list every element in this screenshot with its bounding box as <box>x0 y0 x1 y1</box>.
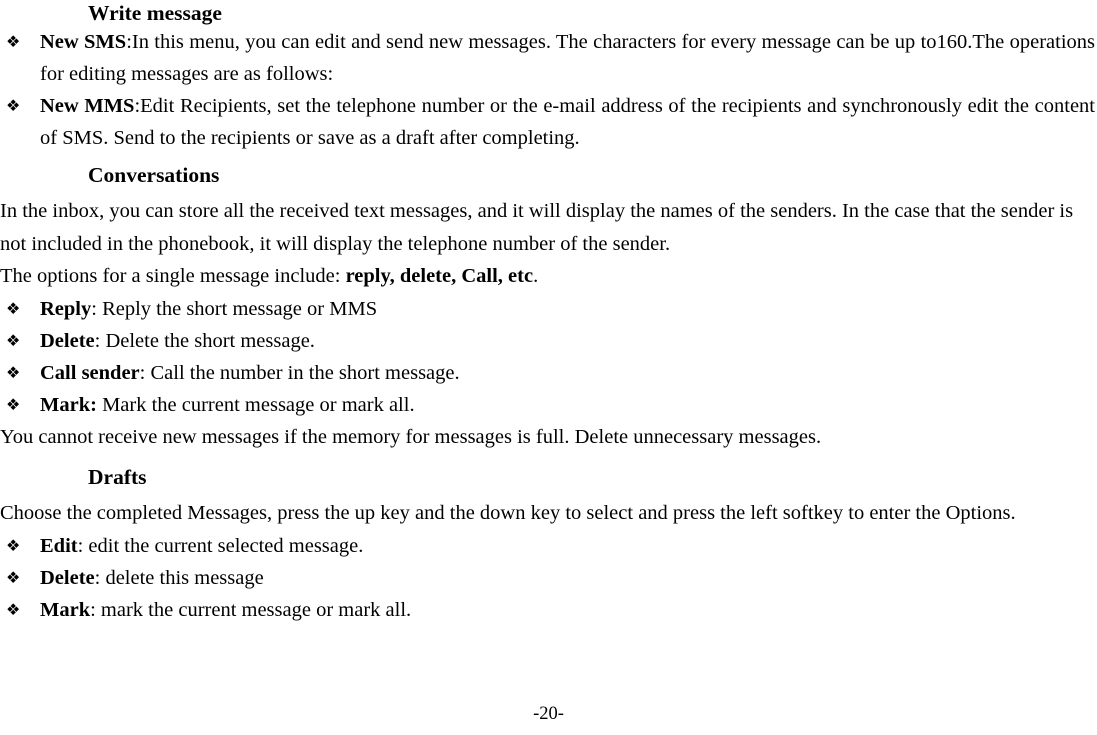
list-item-description: :In this menu, you can edit and send new… <box>40 31 1095 85</box>
list-item-description: : mark the current message or mark all. <box>90 598 412 621</box>
list-item-description: : Call the number in the short message. <box>139 361 460 384</box>
list-item-term: Mark: <box>40 393 97 416</box>
diamond-bullet-icon: ❖ <box>6 330 21 350</box>
section-heading-drafts: Drafts <box>88 465 147 489</box>
options-suffix-text: . <box>533 265 539 287</box>
diamond-bullet-icon: ❖ <box>6 32 21 51</box>
list-item-term: Delete <box>40 566 95 589</box>
list-item: ❖ Reply: Reply the short message or MMS <box>0 293 1095 325</box>
list-item-body: Delete: delete this message <box>40 567 264 589</box>
options-prefix-text: The options for a single message include… <box>0 265 346 287</box>
list-item-term: Call sender <box>40 361 140 384</box>
conversations-closing-paragraph: You cannot receive new messages if the m… <box>0 425 822 448</box>
list-item-term: Reply <box>40 297 92 320</box>
conversations-options-paragraph: The options for a single message include… <box>0 260 1095 293</box>
conversations-intro-paragraph: In the inbox, you can store all the rece… <box>0 200 1074 255</box>
list-item: ❖ Delete: delete this message <box>0 562 1095 594</box>
list-item: ❖ Call sender: Call the number in the sh… <box>0 357 1095 389</box>
diamond-bullet-icon: ❖ <box>6 535 21 555</box>
list-item: ❖ Delete: Delete the short message. <box>0 325 1095 357</box>
list-item-description: : delete this message <box>94 566 264 589</box>
list-item-body: Delete: Delete the short message. <box>40 330 315 352</box>
list-item-term: Delete <box>40 329 95 352</box>
list-item-body: Reply: Reply the short message or MMS <box>40 298 377 320</box>
diamond-bullet-icon: ❖ <box>6 567 21 587</box>
list-item: ❖ Mark: Mark the current message or mark… <box>0 389 1095 421</box>
list-item-term: New SMS <box>40 31 127 53</box>
list-item-term: Edit <box>40 534 78 557</box>
diamond-bullet-icon: ❖ <box>6 96 21 115</box>
list-item: ❖ New SMS:In this menu, you can edit and… <box>0 26 1095 90</box>
diamond-bullet-icon: ❖ <box>6 362 21 382</box>
diamond-bullet-icon: ❖ <box>6 599 21 619</box>
list-item-body: Mark: mark the current message or mark a… <box>40 599 411 621</box>
drafts-intro-paragraph: Choose the completed Messages, press the… <box>0 502 1016 524</box>
list-item-body: Mark: Mark the current message or mark a… <box>40 394 415 416</box>
options-list-bold: reply, delete, Call, etc <box>345 265 534 287</box>
list-item-body: Call sender: Call the number in the shor… <box>40 362 460 384</box>
page-content: Write message ❖ New SMS:In this menu, yo… <box>0 0 1095 626</box>
section-heading-write-message: Write message <box>88 1 222 25</box>
list-item-body: Edit: edit the current selected message. <box>40 535 363 557</box>
page-number-footer: -20- <box>533 704 564 724</box>
list-item: ❖ New MMS:Edit Recipients, set the telep… <box>0 90 1095 154</box>
section-heading-conversations: Conversations <box>88 163 220 187</box>
list-item-description: : edit the current selected message. <box>77 534 364 557</box>
list-item-description: : Reply the short message or MMS <box>91 297 378 320</box>
list-item-description: :Edit Recipients, set the telephone numb… <box>40 95 1095 149</box>
list-item-body: New MMS:Edit Recipients, set the telepho… <box>40 95 1095 149</box>
list-item-term: Mark <box>40 598 91 621</box>
list-item-body: New SMS:In this menu, you can edit and s… <box>40 31 1095 85</box>
list-item: ❖ Edit: edit the current selected messag… <box>0 530 1095 562</box>
list-item-term: New MMS <box>40 95 135 117</box>
list-item-description: : Delete the short message. <box>94 329 315 352</box>
diamond-bullet-icon: ❖ <box>6 298 21 318</box>
list-item-description: Mark the current message or mark all. <box>96 393 415 416</box>
list-item: ❖ Mark: mark the current message or mark… <box>0 594 1095 626</box>
diamond-bullet-icon: ❖ <box>6 394 21 414</box>
document-page: Write message ❖ New SMS:In this menu, yo… <box>0 0 1097 735</box>
